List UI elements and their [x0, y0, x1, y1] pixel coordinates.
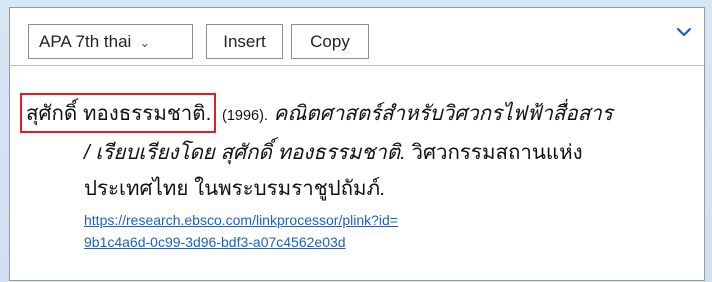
citation-author: สุศักดิ์ ทองธรรมชาติ — [26, 102, 206, 125]
citation-toolbar: APA 7th thai ⌄ Insert Copy — [10, 8, 704, 66]
citation-link-line-2[interactable]: 9b1c4a6d-0c99-3d96-bdf3-a07c4562e03d — [84, 234, 346, 250]
copy-button[interactable]: Copy — [291, 24, 369, 59]
citation-publisher-line-3: ประเทศไทย ในพระบรมราชูปถัมภ์ — [84, 177, 381, 200]
citation-link-line-1[interactable]: https://research.ebsco.com/linkprocessor… — [84, 212, 398, 228]
citation-title-line-1: คณิตศาสตร์สำหรับวิศวกรไฟฟ้าสื่อสาร — [273, 102, 613, 125]
author-highlight-box: สุศักดิ์ ทองธรรมชาติ. — [20, 93, 217, 133]
citation-style-select[interactable]: APA 7th thai ⌄ — [28, 24, 193, 59]
author-period: . — [205, 102, 212, 125]
citation-panel: APA 7th thai ⌄ Insert Copy สุศักดิ์ ทองธ… — [9, 7, 705, 281]
citation-publisher-line-2: วิศวกรรมสถานแห่ง — [411, 141, 583, 164]
citation-title-line-2: / เรียบเรียงโดย สุศักดิ์ ทองธรรมชาติ. — [84, 141, 406, 164]
citation-content: สุศักดิ์ ทองธรรมชาติ. (1996). คณิตศาสตร์… — [10, 66, 704, 282]
citation-line-1: สุศักดิ์ ทองธรรมชาติ. (1996). คณิตศาสตร์… — [20, 93, 613, 133]
citation-line-3: ประเทศไทย ในพระบรมราชูปถัมภ์. — [84, 172, 386, 205]
citation-style-value: APA 7th thai — [39, 31, 132, 51]
citation-line-2: / เรียบเรียงโดย สุศักดิ์ ทองธรรมชาติ. วิ… — [84, 136, 583, 169]
insert-button[interactable]: Insert — [206, 24, 283, 59]
citation-year: (1996). — [221, 108, 268, 124]
citation-publisher-period: . — [380, 177, 386, 200]
collapse-chevron-icon[interactable] — [674, 22, 694, 42]
chevron-down-icon: ⌄ — [139, 34, 151, 50]
